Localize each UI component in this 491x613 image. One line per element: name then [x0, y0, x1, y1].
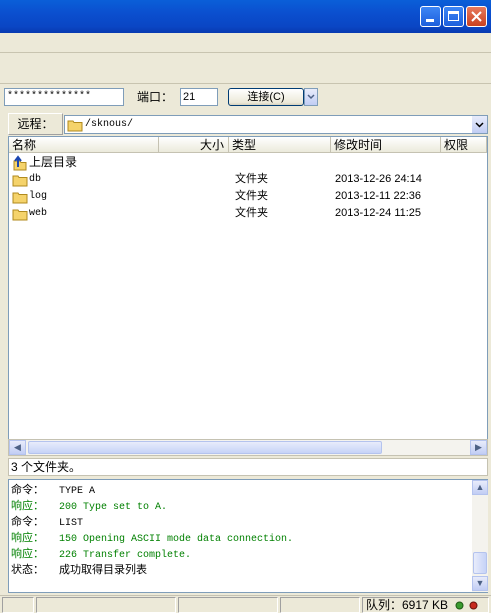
chevron-down-icon [475, 122, 484, 128]
connection-bar: ************** 端口： 21 连接(C) [0, 85, 491, 110]
close-icon [471, 11, 482, 22]
column-permissions[interactable]: 权限 [441, 137, 487, 153]
port-field[interactable]: 21 [180, 88, 218, 106]
title-bar [0, 0, 491, 33]
toolbar [0, 54, 491, 84]
queue-size: 队列：6917 KB [366, 598, 449, 612]
scroll-right-button[interactable]: ▶ [470, 440, 487, 455]
log-line: 命令： LIST [11, 516, 84, 529]
remote-path-combo[interactable]: /sknous/ [64, 115, 488, 134]
remote-label: 远程： [8, 113, 63, 135]
up-folder-icon [13, 155, 27, 171]
file-name: 上层目录 [29, 155, 78, 169]
table-row[interactable]: web 文件夹 2013-12-24 11:25 [9, 205, 479, 222]
column-modified[interactable]: 修改时间 [331, 137, 441, 153]
folder-icon [67, 120, 83, 132]
status-light-icon [469, 601, 478, 610]
file-type: 文件夹 [235, 190, 268, 202]
message-log: 命令： TYPE A 响应： 200 Type set to A. 命令： LIST … [8, 479, 488, 593]
connect-button[interactable]: 连接(C) [228, 88, 304, 106]
file-modified: 2013-12-24 11:25 [335, 207, 422, 219]
list-item-parent[interactable]: 上层目录 [9, 154, 479, 171]
remote-file-list: 名称 大小 类型 修改时间 权限 上层目录 db 文件夹 2013-12-26 … [8, 136, 488, 456]
port-label: 端口： [137, 90, 174, 104]
file-name: log [29, 191, 48, 202]
file-type: 文件夹 [235, 207, 268, 219]
remote-path-bar: 远程： /sknous/ [8, 113, 488, 137]
scroll-down-button[interactable]: ▼ [472, 576, 488, 591]
folder-icon [12, 175, 28, 187]
remote-path-dropdown[interactable] [472, 116, 487, 133]
scroll-thumb[interactable] [473, 552, 487, 574]
file-type: 文件夹 [235, 173, 268, 185]
menu-bar [0, 33, 491, 53]
table-row[interactable]: log 文件夹 2013-12-11 22:36 [9, 188, 479, 205]
column-size[interactable]: 大小 [159, 137, 229, 153]
log-line: 响应： 200 Type set to A. [11, 500, 168, 513]
column-type[interactable]: 类型 [229, 137, 331, 153]
log-line: 状态： 成功取得目录列表 [11, 564, 147, 576]
log-line: 命令： TYPE A [11, 484, 96, 497]
log-line: 响应： 226 Transfer complete. [11, 548, 192, 561]
minimize-button[interactable] [420, 6, 441, 27]
scroll-left-button[interactable]: ◀ [9, 440, 26, 455]
file-name: web [29, 208, 48, 219]
file-modified: 2013-12-26 24:14 [335, 173, 422, 185]
file-name: db [29, 174, 42, 185]
folder-icon [12, 209, 28, 221]
log-vertical-scrollbar[interactable]: ▲ ▼ [472, 480, 488, 592]
folder-count-status: 3 个文件夹。 [8, 458, 488, 476]
close-button[interactable] [466, 6, 487, 27]
scroll-up-button[interactable]: ▲ [472, 480, 488, 495]
connect-dropdown[interactable] [304, 88, 318, 106]
remote-path-text: /sknous/ [85, 119, 134, 130]
horizontal-scrollbar[interactable]: ◀ ▶ [8, 439, 488, 456]
folder-icon [12, 192, 28, 204]
queue-status: 队列：6917 KB [362, 597, 489, 613]
scroll-thumb[interactable] [28, 441, 382, 454]
column-name[interactable]: 名称 [9, 137, 159, 153]
chevron-down-icon [307, 94, 315, 100]
status-bar: 队列：6917 KB [0, 595, 491, 613]
maximize-button[interactable] [443, 6, 464, 27]
log-line: 响应： 150 Opening ASCII mode data connectio… [11, 532, 294, 545]
file-list-header: 名称 大小 类型 修改时间 权限 [9, 137, 487, 153]
password-field[interactable]: ************** [4, 88, 124, 106]
table-row[interactable]: db 文件夹 2013-12-26 24:14 [9, 171, 479, 188]
file-modified: 2013-12-11 22:36 [335, 190, 422, 202]
status-light-icon [455, 601, 464, 610]
